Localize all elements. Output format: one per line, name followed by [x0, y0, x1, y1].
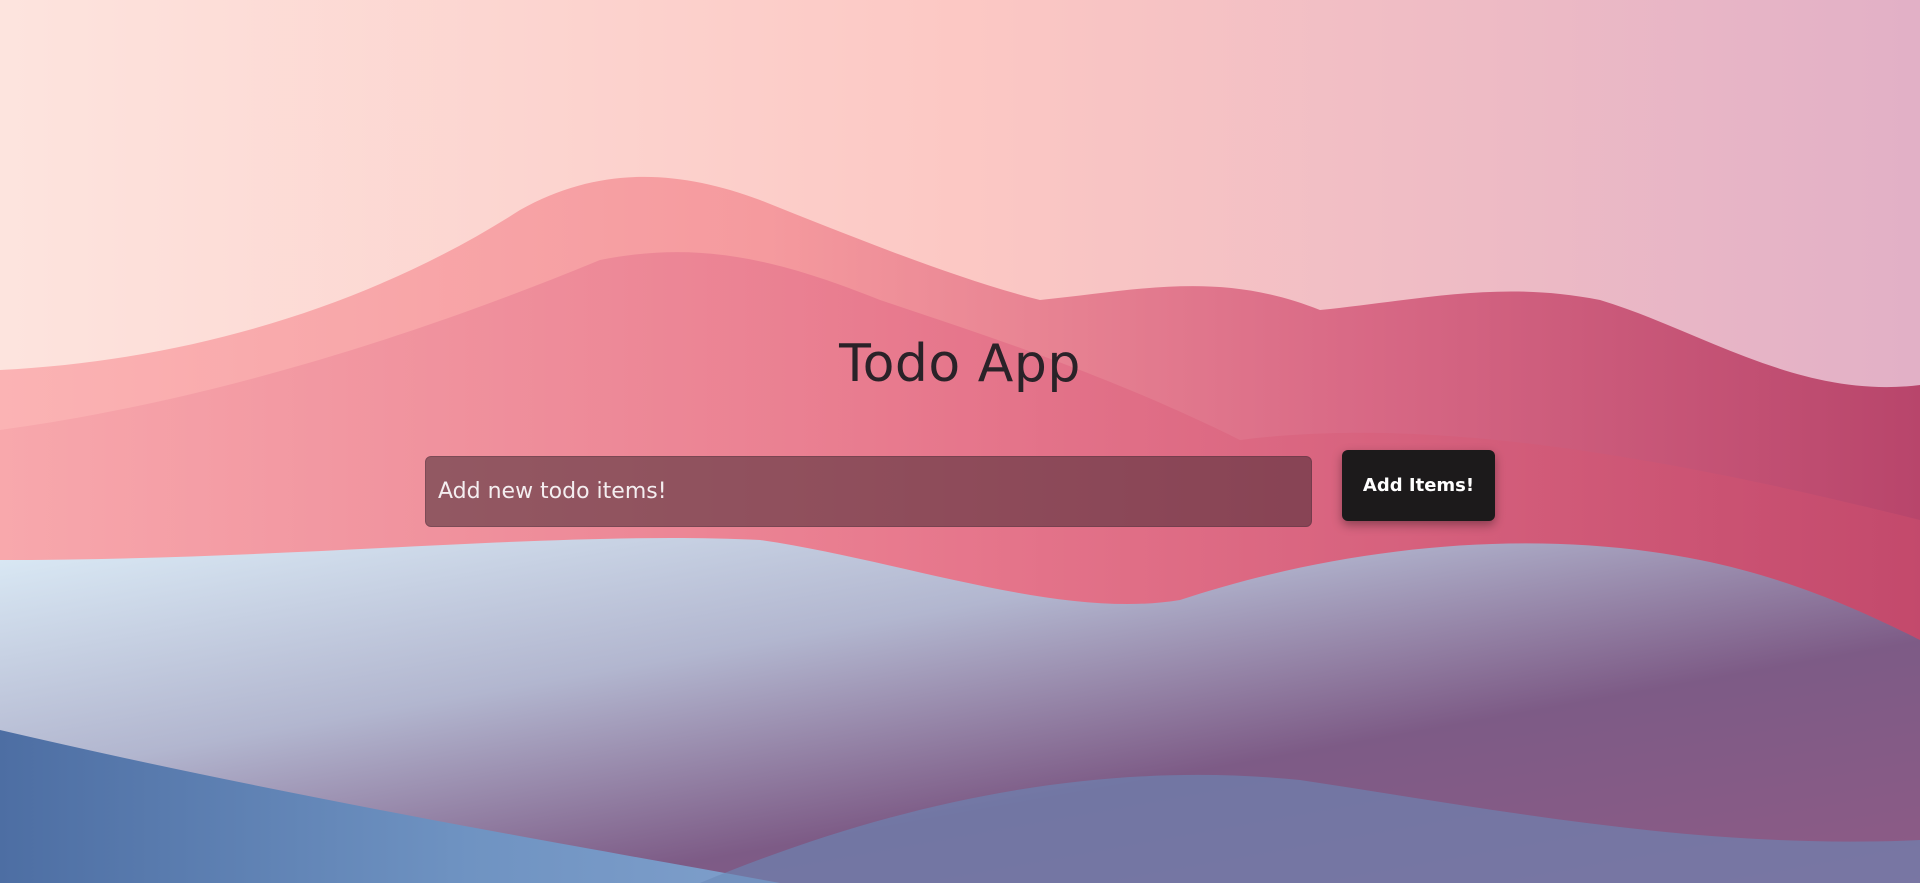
background-landscape: [0, 0, 1920, 883]
page-title: Todo App: [839, 334, 1081, 394]
app-window: Todo App Add Items!: [0, 0, 1920, 883]
todo-input[interactable]: [425, 456, 1312, 527]
add-items-button[interactable]: Add Items!: [1342, 450, 1495, 521]
